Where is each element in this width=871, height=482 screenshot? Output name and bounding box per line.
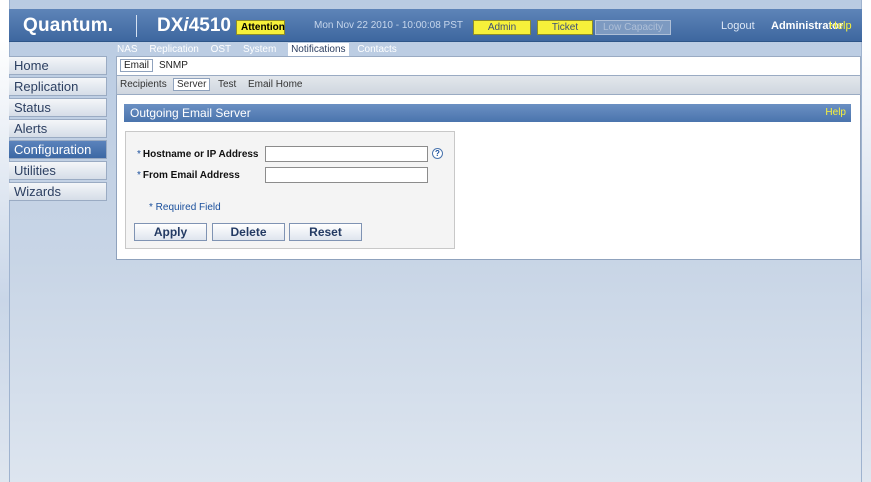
admin-button[interactable]: Admin [473,20,531,35]
tab-email[interactable]: Email [120,59,154,72]
panel-title: Outgoing Email Server [130,106,251,120]
email-tabs: Recipients Server Test Email Home [116,76,861,95]
ticket-button[interactable]: Ticket [537,20,593,35]
required-star: * [137,170,141,181]
tab-system[interactable]: System [243,44,276,55]
sidebar-item-home[interactable]: Home [9,56,107,75]
sidebar-item-utilities[interactable]: Utilities [9,161,107,180]
reset-button[interactable]: Reset [289,223,362,241]
tab-server[interactable]: Server [173,78,211,91]
tab-nas[interactable]: NAS [117,44,138,55]
brand-logo: Quantum. [23,15,114,36]
tab-contacts[interactable]: Contacts [357,44,396,55]
low-capacity-indicator: Low Capacity [595,20,671,35]
panel-header: Outgoing Email Server Help [124,104,851,122]
header-bar: Quantum. DXi4510 Attention Mon Nov 22 20… [9,9,862,42]
logout-link[interactable]: Logout [721,20,755,32]
tab-ost[interactable]: OST [211,44,232,55]
panel-help-link[interactable]: Help [825,107,846,118]
header-help-link[interactable]: Help [829,20,852,32]
model-prefix: DX [157,15,184,36]
notification-tabs: Email SNMP [116,56,861,76]
sidebar-item-status[interactable]: Status [9,98,107,117]
delete-button[interactable]: Delete [212,223,285,241]
config-tabs: NAS Replication OST System Notifications… [117,43,406,56]
sidebar-item-alerts[interactable]: Alerts [9,119,107,138]
sidebar-item-replication[interactable]: Replication [9,77,107,96]
from-email-label-text: From Email Address [142,170,240,181]
tab-notifications[interactable]: Notifications [288,43,349,56]
tab-recipients[interactable]: Recipients [120,79,167,90]
help-icon[interactable]: ? [432,148,443,159]
page: Quantum. DXi4510 Attention Mon Nov 22 20… [0,0,871,482]
sidebar-item-configuration[interactable]: Configuration [9,140,107,159]
sidebar-item-wizards[interactable]: Wizards [9,182,107,201]
required-field-note: * Required Field [149,202,221,213]
hostname-label: * Hostname or IP Address [137,149,259,160]
tab-replication[interactable]: Replication [149,44,198,55]
sidebar-nav: Home Replication Status Alerts Configura… [9,56,107,203]
required-star: * [137,149,141,160]
email-server-form: * Hostname or IP Address ? * From Email Ad… [125,131,455,249]
hostname-label-text: Hostname or IP Address [142,149,259,160]
from-email-label: * From Email Address [137,170,240,181]
model-name: DXi4510 [157,15,231,37]
tab-test[interactable]: Test [218,79,236,90]
header-divider [136,15,137,37]
system-datetime: Mon Nov 22 2010 - 10:00:08 PST [314,20,463,31]
attention-button[interactable]: Attention [236,20,285,35]
from-email-input[interactable] [265,167,428,183]
tab-email-home[interactable]: Email Home [248,79,302,90]
apply-button[interactable]: Apply [134,223,207,241]
hostname-input[interactable] [265,146,428,162]
tab-snmp[interactable]: SNMP [159,60,188,71]
content-panel: Outgoing Email Server Help * Hostname or … [116,95,861,260]
model-number: 4510 [188,15,231,36]
